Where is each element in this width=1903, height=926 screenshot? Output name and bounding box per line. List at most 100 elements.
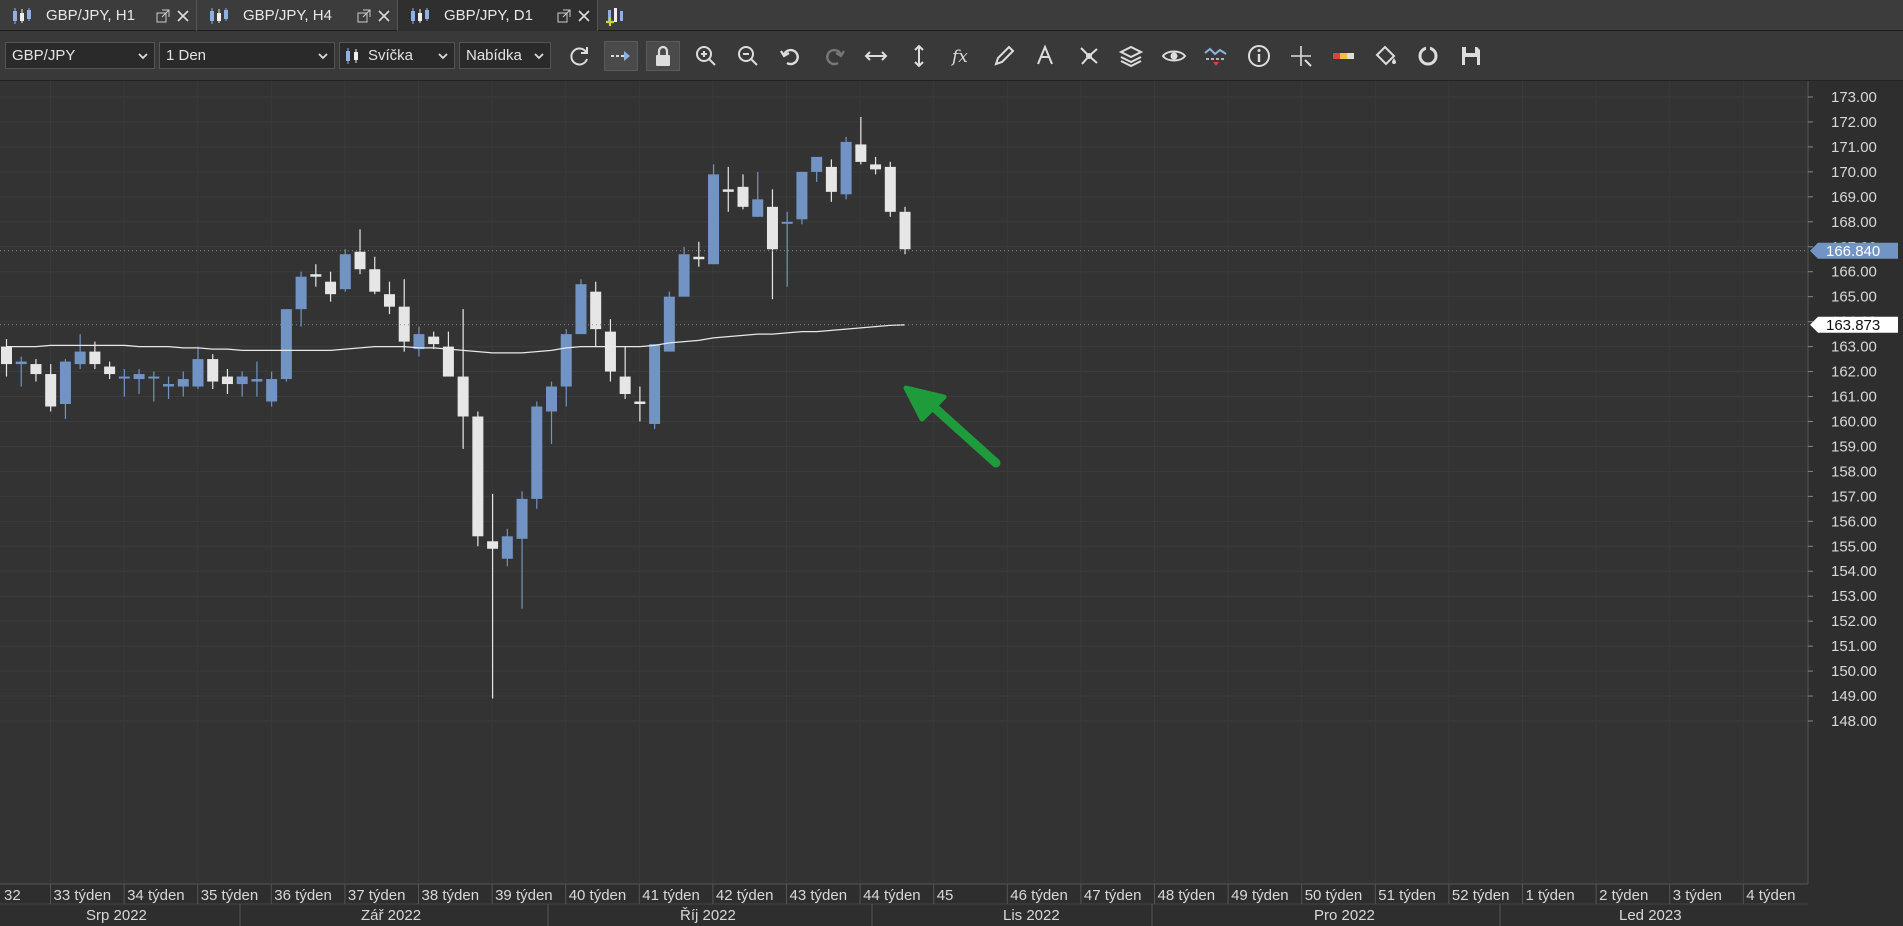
save-button[interactable] — [1454, 41, 1488, 71]
text-icon — [1037, 44, 1053, 65]
candle-body — [354, 251, 366, 270]
close-icon[interactable] — [577, 9, 591, 23]
y-tick-label: 160.00 — [1831, 413, 1877, 430]
week-label: 49 týden — [1231, 887, 1289, 904]
candle-body — [487, 541, 499, 549]
close-icon[interactable] — [176, 9, 190, 23]
indicators-button[interactable]: fx — [945, 41, 979, 71]
candle-body — [678, 254, 690, 297]
week-label: 52 týden — [1452, 887, 1510, 904]
y-tick-label: 163.00 — [1831, 339, 1877, 356]
candle-body — [457, 376, 469, 417]
y-tick-label: 159.00 — [1831, 438, 1877, 455]
alerts-button[interactable] — [1199, 41, 1233, 71]
candle-body — [45, 374, 57, 407]
candle-body — [766, 206, 778, 250]
fit-vertical-button[interactable] — [902, 41, 936, 71]
detach-icon[interactable] — [156, 9, 170, 23]
lock-button[interactable] — [646, 41, 680, 71]
redo-button[interactable] — [817, 41, 851, 71]
fill-button[interactable] — [1369, 41, 1403, 71]
layers-button[interactable] — [1114, 41, 1148, 71]
y-tick-label: 168.00 — [1831, 214, 1877, 231]
week-label: 32 — [4, 887, 21, 904]
y-tick-label: 148.00 — [1831, 713, 1877, 730]
week-label: 45 — [937, 887, 954, 904]
week-label: 1 týden — [1526, 887, 1575, 904]
y-tick-label: 169.00 — [1831, 189, 1877, 206]
candlestick-icon — [210, 7, 228, 24]
month-label: Led 2023 — [1619, 907, 1682, 924]
week-label: 38 týden — [422, 887, 480, 904]
info-button[interactable] — [1242, 41, 1276, 71]
candle-body — [104, 366, 116, 375]
candle-body — [840, 141, 852, 195]
tab-gbpjpy-h1[interactable]: GBP/JPY, H1 — [0, 0, 197, 31]
undo-button[interactable] — [774, 41, 808, 71]
candle-body — [590, 291, 602, 330]
candle-body — [177, 379, 189, 387]
draw-button[interactable] — [987, 41, 1021, 71]
crosshair-button[interactable] — [1284, 41, 1318, 71]
detach-icon[interactable] — [557, 9, 571, 23]
price-side-select[interactable]: Nabídka — [459, 42, 551, 69]
candle-body — [163, 384, 175, 387]
week-label: 34 týden — [127, 887, 185, 904]
chart-shift-button[interactable] — [604, 41, 638, 71]
candle-body — [722, 189, 734, 192]
candle-body — [472, 416, 484, 537]
week-label: 41 týden — [642, 887, 700, 904]
new-chart-icon[interactable] — [604, 4, 630, 28]
chart-type-select[interactable]: Svíčka — [339, 42, 455, 69]
svg-text:fx: fx — [950, 47, 968, 67]
price-chart[interactable]: 173.00172.00171.00170.00169.00168.00167.… — [0, 81, 1903, 926]
detach-icon[interactable] — [357, 9, 371, 23]
symbol-value: GBP/JPY — [12, 47, 76, 64]
chevron-down-icon — [138, 53, 148, 60]
symbol-select[interactable]: GBP/JPY — [5, 42, 155, 69]
week-label: 48 týden — [1158, 887, 1216, 904]
pencil-icon — [994, 45, 1015, 66]
candle-body — [148, 376, 160, 379]
candle-body — [531, 406, 543, 499]
tab-gbpjpy-d1[interactable]: GBP/JPY, D1 — [398, 0, 598, 31]
objects-button[interactable] — [1072, 41, 1106, 71]
candle-body — [89, 351, 101, 365]
reset-button[interactable] — [1411, 41, 1445, 71]
candle-body — [604, 331, 616, 372]
fit-horizontal-button[interactable] — [859, 41, 893, 71]
month-label: Lis 2022 — [1003, 907, 1060, 924]
y-tick-label: 156.00 — [1831, 513, 1877, 530]
candle-body — [251, 379, 263, 382]
crosshair-icon — [1291, 46, 1312, 67]
chart-canvas[interactable]: 173.00172.00171.00170.00169.00168.00167.… — [0, 81, 1903, 926]
current-price-label: 166.840 — [1826, 243, 1880, 260]
candle-body — [546, 386, 558, 412]
candle-body — [369, 269, 381, 292]
color-theme-button[interactable] — [1327, 41, 1361, 71]
close-icon[interactable] — [377, 9, 391, 23]
zoom-out-button[interactable] — [731, 41, 765, 71]
reset-icon — [1418, 44, 1438, 66]
candle-body — [280, 309, 292, 380]
refresh-icon — [570, 47, 588, 66]
candle-body — [118, 376, 130, 379]
y-tick-label: 173.00 — [1831, 89, 1877, 106]
month-label: Pro 2022 — [1314, 907, 1375, 924]
tab-gbpjpy-h4[interactable]: GBP/JPY, H4 — [197, 0, 398, 31]
tab-label: GBP/JPY, D1 — [444, 7, 533, 24]
week-label: 44 týden — [863, 887, 921, 904]
candle-type-icon — [346, 47, 358, 64]
visibility-button[interactable] — [1157, 41, 1191, 71]
period-select[interactable]: 1 Den — [159, 42, 335, 69]
zoom-in-icon — [696, 46, 716, 66]
refresh-button[interactable] — [562, 41, 596, 71]
candle-body — [516, 498, 528, 539]
text-button[interactable] — [1029, 41, 1063, 71]
candle-body — [693, 256, 705, 260]
y-tick-label: 153.00 — [1831, 588, 1877, 605]
candle-body — [855, 144, 867, 162]
zoom-in-button[interactable] — [689, 41, 723, 71]
undo-icon — [780, 48, 799, 66]
candle-body — [575, 284, 587, 335]
